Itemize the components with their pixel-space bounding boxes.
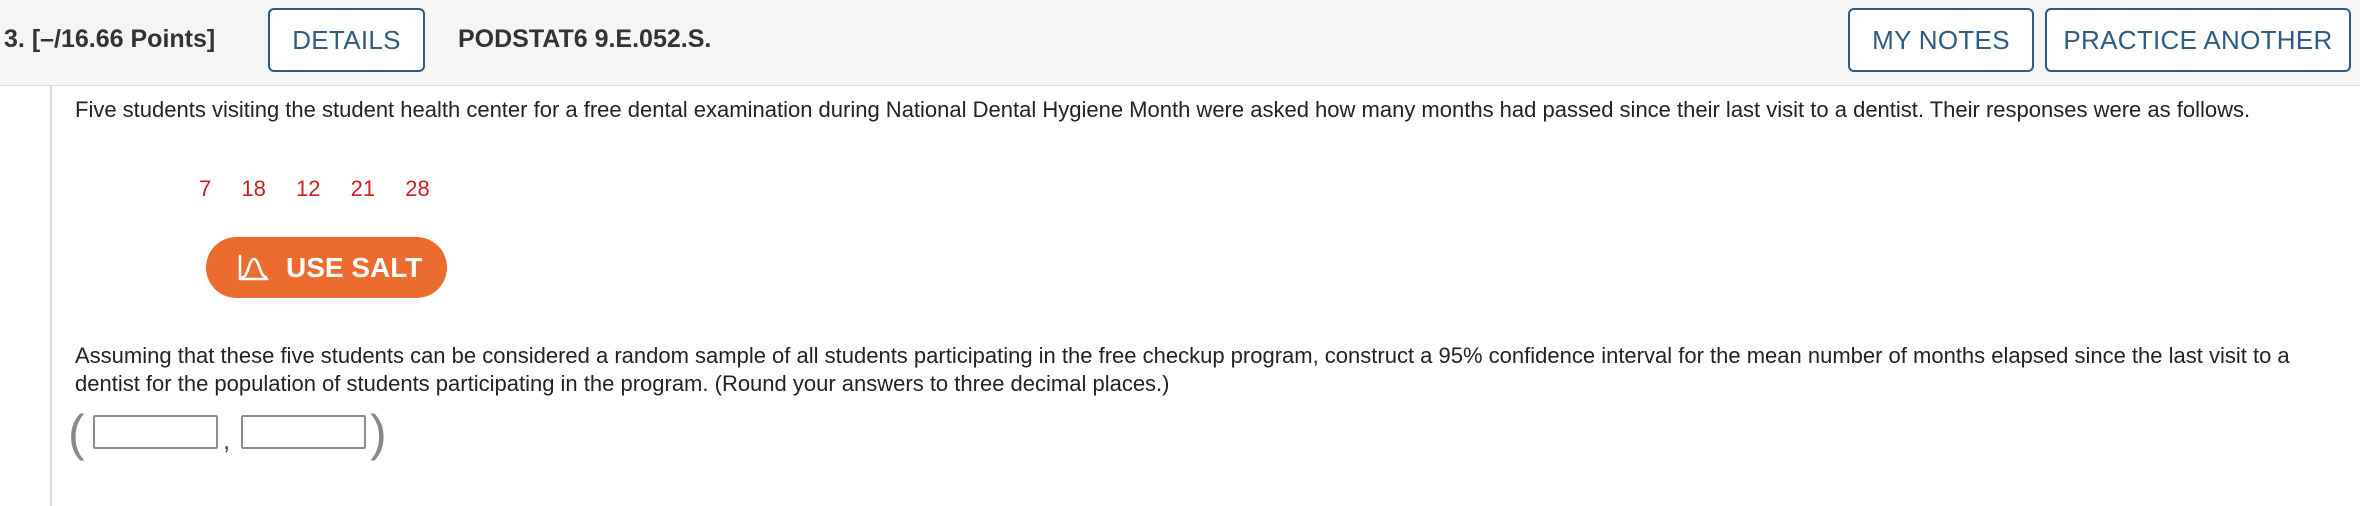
interval-separator: , [223,425,231,455]
details-button[interactable]: DETAILS [268,8,425,72]
problem-intro: Five students visiting the student healt… [75,97,2251,122]
use-salt-button[interactable]: USE SALT [206,237,447,298]
content-left-border [50,86,52,506]
question-header: 3. [–/16.66 Points] DETAILS PODSTAT6 9.E… [0,0,2360,86]
bell-curve-icon [238,254,269,281]
use-salt-label: USE SALT [286,252,423,283]
problem-question: Assuming that these five students can be… [75,343,2290,396]
lower-bound-input[interactable] [93,415,218,449]
question-code: PODSTAT6 9.E.052.S. [458,25,712,53]
data-value: 21 [350,176,376,201]
question-number-points: 3. [–/16.66 Points] [4,24,215,54]
data-values: 7 18 12 21 28 [199,175,454,203]
data-value: 7 [199,176,212,201]
my-notes-button[interactable]: MY NOTES [1848,8,2034,72]
data-value: 12 [295,176,321,201]
practice-another-button[interactable]: PRACTICE ANOTHER [2045,8,2351,72]
question-number: 3. [4,25,25,53]
question-points: [–/16.66 Points] [31,25,216,53]
upper-bound-input[interactable] [241,415,366,449]
data-value: 28 [405,176,430,201]
data-value: 18 [241,176,266,201]
open-parenthesis: ( [68,405,85,461]
close-parenthesis: ) [370,405,387,461]
